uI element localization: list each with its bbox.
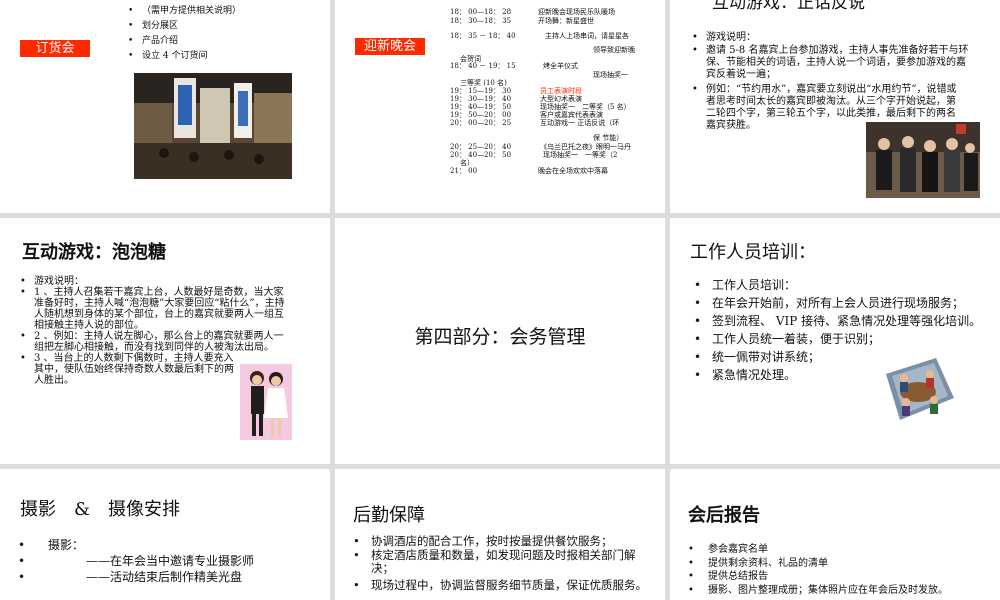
bullet: 摄影、图片整理成册；集体照片应在年会后及时发放。: [688, 584, 998, 598]
schedule-text: 晚会在全场欢欢中落幕: [538, 167, 608, 175]
bullet: 提供剩余资料、礼品的清单: [688, 557, 998, 571]
bullet: 在年会开始前，对所有上会人员进行现场服务；: [694, 294, 994, 312]
order-meeting-tag: 订货会: [20, 40, 90, 57]
slide-staff-training[interactable]: 工作人员培训： 工作人员培训： 在年会开始前，对所有上会人员进行现场服务； 签到…: [670, 218, 1000, 464]
bullet: 3 、当台上的人数剩下偶数时，主持人要充入其中，使队伍始终保持奇数人数最后剩下的…: [20, 353, 238, 386]
schedule-time: 18： 30—18： 35: [450, 17, 512, 25]
bullet: 游戏说明：: [692, 32, 970, 44]
schedule-text: 烤全羊仪式: [543, 62, 578, 70]
hosts-photo-icon: [240, 364, 292, 440]
bullet: 划分展区: [128, 19, 241, 34]
bullet: 2 、例如：主持人说左脚心，那么台上的嘉宾就要两人一组把左脚心相接触，而没有找到…: [20, 331, 290, 353]
bullet: 核定酒店质量和数量，如发现问题及时报相关部门解决；: [353, 548, 653, 576]
section-title: 第四部分：会务管理: [414, 326, 586, 348]
bullet: 参会嘉宾名单: [688, 543, 998, 557]
bullet: 协调酒店的配合工作，按时按量提供餐饮服务；: [353, 534, 653, 549]
slide-welcome-party[interactable]: 迎新晚会 18： 00—18： 28 迎新晚会现场民乐队暖场 18： 30—18…: [335, 0, 665, 213]
slide-bubblegum-game[interactable]: 互动游戏：泡泡糖 游戏说明： 1 、主持人召集若干嘉宾上台，人数最好是奇数，当大…: [0, 218, 330, 464]
slide-title: 互动游戏：泡泡糖: [22, 242, 166, 263]
slide-post-meeting-report[interactable]: 会后报告 参会嘉宾名单 提供剩余资料、礼品的清单 提供总结报告 摄影、图片整理成…: [670, 469, 1000, 600]
slide-logistics[interactable]: 后勤保障 协调酒店的配合工作，按时按量提供餐饮服务； 核定酒店质量和数量，如发现…: [335, 469, 665, 600]
schedule-text: 开场舞：新星盛世: [538, 17, 594, 25]
bullet: 设立 4 个订货间: [128, 49, 241, 64]
bullet: （需甲方提供相关说明）: [128, 4, 241, 19]
party-guests-photo-icon: [866, 122, 980, 198]
schedule-time: 20： 00—20： 25: [450, 119, 512, 127]
bullet: 工作人员统一着装，便于识别；: [694, 330, 994, 348]
schedule-time: 18： 40 － 19： 15: [450, 62, 516, 70]
bullet: 工作人员培训：: [694, 276, 994, 294]
schedule: 18： 00—18： 28 迎新晚会现场民乐队暖场 18： 30—18： 35 …: [335, 0, 665, 213]
bullet: 提供总结报告: [688, 570, 998, 584]
slide-title: 后勤保障: [353, 505, 425, 526]
schedule-text: 现场抽奖一 一等奖（2: [543, 151, 618, 159]
schedule-time: 21： 00: [450, 167, 478, 175]
exhibition-hall-photo-icon: [134, 73, 292, 179]
slide3-bullets: 游戏说明： 邀请 5-8 名嘉宾上台参加游戏，主持人事先准备好若干与环保、节能相…: [692, 32, 970, 132]
bullet: 现场过程中，协调监督服务细节质量，保证优质服务。: [353, 578, 653, 593]
meeting-clipart-icon: [878, 354, 958, 426]
slide-title: 工作人员培训：: [690, 242, 816, 263]
bullet: ——在年会当中邀请专业摄影师: [18, 553, 318, 569]
schedule-text: 主持人上场串词，请星星各: [545, 32, 629, 40]
slide9-bullets: 参会嘉宾名单 提供剩余资料、礼品的清单 提供总结报告 摄影、图片整理成册；集体照…: [688, 543, 998, 597]
bullet: 摄影：: [18, 537, 318, 553]
slide1-bullets: （需甲方提供相关说明） 划分展区 产品介绍 设立 4 个订货间: [128, 4, 241, 64]
schedule-text: 互动游戏一 正话反说（环: [540, 119, 620, 127]
slide-title: 会后报告: [688, 505, 760, 526]
slide8-bullets: 协调酒店的配合工作，按时按量提供餐饮服务； 核定酒店质量和数量，如发现问题及时报…: [353, 534, 653, 593]
bullet: 游戏说明：: [20, 276, 290, 287]
bullet: 产品介绍: [128, 34, 241, 49]
bullet: 签到流程、 VIP 接待、紧急情况处理等强化培训。: [694, 312, 994, 330]
slide-title: 摄影 & 摄像安排: [20, 499, 181, 520]
schedule-time: 18： 35 － 18： 40: [450, 32, 516, 40]
slide-order-meeting[interactable]: （需甲方提供相关说明） 划分展区 产品介绍 设立 4 个订货间 订货会: [0, 0, 330, 213]
slide-section-title[interactable]: 第四部分：会务管理: [335, 218, 665, 464]
slide-photography[interactable]: 摄影 & 摄像安排 摄影： ——在年会当中邀请专业摄影师 ——活动结束后制作精美…: [0, 469, 330, 600]
slide7-bullets: 摄影： ——在年会当中邀请专业摄影师 ——活动结束后制作精美光盘: [18, 537, 318, 585]
bullet: 1 、主持人召集若干嘉宾上台，人数最好是奇数，当大家准备好时，主持人喊“泡泡糖”…: [20, 287, 290, 331]
bullet: 邀请 5-8 名嘉宾上台参加游戏，主持人事先准备好若干与环保、节能相关的词语，主…: [692, 45, 970, 81]
schedule-text: 领导致迎新晚: [593, 46, 635, 54]
bullet: ——活动结束后制作精美光盘: [18, 569, 318, 585]
slide-reverse-words-game[interactable]: 互动游戏：正话反说 游戏说明： 邀请 5-8 名嘉宾上台参加游戏，主持人事先准备…: [670, 0, 1000, 213]
slide-title: 互动游戏：正话反说: [712, 0, 865, 13]
schedule-text: 现场抽奖一: [593, 71, 628, 79]
